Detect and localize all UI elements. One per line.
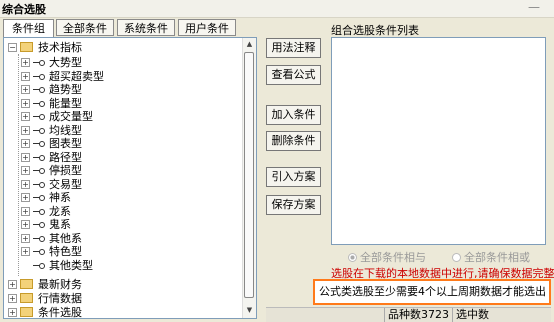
- expand-icon[interactable]: +: [21, 220, 30, 229]
- formula-icon: [33, 235, 45, 242]
- expand-icon[interactable]: +: [8, 308, 17, 317]
- radio-all-and[interactable]: 全部条件相与: [348, 249, 426, 265]
- scroll-up-arrow-icon[interactable]: ▲: [243, 38, 256, 51]
- minimize-button[interactable]: —: [528, 0, 540, 14]
- tree-node-label: 交易型: [49, 177, 82, 191]
- tab-user-conditions[interactable]: 用户条件: [178, 19, 236, 36]
- tab-all-conditions[interactable]: 全部条件: [56, 19, 114, 36]
- tree-node-label: 特色型: [49, 245, 82, 258]
- tab-system-conditions[interactable]: 系统条件: [117, 19, 175, 36]
- tree-node-label: 技术指标: [38, 41, 82, 54]
- stock-count-value: 3723: [421, 308, 449, 321]
- radio-label: 全部条件相或: [464, 251, 530, 264]
- status-bar: 品种数3723 选中数: [266, 307, 551, 322]
- stock-count: 品种数3723: [384, 308, 454, 322]
- scrollbar-thumb[interactable]: [244, 52, 254, 298]
- expand-icon[interactable]: +: [21, 125, 30, 135]
- selected-count-label: 选中数: [452, 308, 506, 322]
- view-formula-button[interactable]: 查看公式: [266, 65, 321, 85]
- expand-icon[interactable]: +: [21, 233, 30, 243]
- formula-icon: [33, 181, 45, 188]
- expand-icon[interactable]: +: [21, 152, 30, 162]
- expand-icon[interactable]: +: [21, 179, 30, 189]
- expand-icon[interactable]: +: [21, 98, 30, 108]
- radio-unselected-icon: [452, 253, 461, 262]
- expand-icon[interactable]: +: [21, 206, 30, 216]
- condition-tree[interactable]: − 技术指标 + 大势型 + 超买超卖型 + 趋势型 + 能量型 + 成交量型 …: [3, 37, 257, 319]
- formula-icon: [33, 154, 45, 161]
- tree-guide-line: [18, 54, 19, 276]
- folder-icon: [20, 293, 33, 303]
- folder-icon: [20, 279, 33, 289]
- tree-scrollbar[interactable]: ▲ ▼: [242, 38, 256, 318]
- tree-node-label: 图表型: [49, 137, 82, 150]
- folder-icon: [20, 307, 33, 317]
- stock-count-label: 品种数: [388, 308, 421, 321]
- tree-node-label: 成交量型: [49, 110, 93, 123]
- tree-node-label: 能量型: [49, 96, 82, 110]
- tree-node-label: 停损型: [49, 164, 82, 177]
- radio-all-or[interactable]: 全部条件相或: [452, 249, 530, 265]
- save-plan-button[interactable]: 保存方案: [266, 195, 321, 215]
- formula-icon: [33, 262, 45, 269]
- formula-icon: [33, 127, 45, 134]
- expand-icon[interactable]: +: [21, 193, 30, 202]
- expand-icon[interactable]: +: [21, 58, 30, 67]
- expand-icon[interactable]: +: [21, 85, 30, 94]
- formula-icon: [33, 60, 45, 66]
- formula-icon: [33, 249, 45, 255]
- expand-icon[interactable]: +: [21, 71, 30, 81]
- expand-icon[interactable]: +: [21, 247, 30, 256]
- formula-icon: [33, 114, 45, 120]
- expand-icon[interactable]: +: [21, 139, 30, 148]
- tree-node-label: 神系: [49, 191, 71, 204]
- formula-icon: [33, 73, 45, 80]
- tree-node-label: 其他系: [49, 231, 82, 245]
- tree-node-label: 最新财务: [38, 278, 82, 291]
- collapse-icon[interactable]: −: [8, 43, 17, 52]
- formula-icon: [33, 222, 45, 228]
- formula-icon: [33, 168, 45, 174]
- condition-list-label: 组合选股条件列表: [331, 24, 419, 37]
- formula-icon: [33, 141, 45, 147]
- tree-node-label: 均线型: [49, 123, 82, 137]
- tree-node-label: 趋势型: [49, 83, 82, 96]
- expand-icon[interactable]: +: [8, 280, 17, 289]
- scroll-down-arrow-icon[interactable]: ▼: [243, 304, 256, 317]
- tree-node-label: 鬼系: [49, 218, 71, 231]
- usage-notes-button[interactable]: 用法注释: [266, 38, 321, 58]
- window-title: 综合选股: [2, 3, 46, 16]
- radio-label: 全部条件相与: [360, 251, 426, 264]
- formula-icon: [33, 208, 45, 215]
- tree-node-label: 大势型: [49, 56, 82, 69]
- formula-period-notice: 公式类选股至少需要4个以上周期数据才能选出: [313, 279, 551, 305]
- expand-icon[interactable]: +: [8, 294, 17, 303]
- formula-icon: [33, 100, 45, 107]
- formula-icon: [33, 87, 45, 93]
- expand-icon[interactable]: +: [21, 112, 30, 121]
- add-condition-button[interactable]: 加入条件: [266, 105, 321, 125]
- title-bar: 综合选股 —: [0, 0, 554, 18]
- tab-condition-group[interactable]: 条件组: [3, 19, 54, 38]
- tree-node-label: 龙系: [49, 204, 71, 218]
- formula-icon: [33, 195, 45, 201]
- expand-icon[interactable]: +: [21, 166, 30, 175]
- tree-node-label: 路径型: [49, 150, 82, 164]
- import-plan-button[interactable]: 引入方案: [266, 167, 321, 187]
- condition-list[interactable]: [331, 37, 546, 245]
- tree-node-label: 行情数据: [38, 292, 82, 305]
- tree-node-label: 超买超卖型: [49, 69, 104, 83]
- tree-node-label: 其他类型: [49, 258, 93, 272]
- tree-node-label: 条件选股: [38, 306, 82, 319]
- radio-selected-icon: [348, 253, 357, 262]
- folder-open-icon: [20, 42, 33, 52]
- delete-condition-button[interactable]: 删除条件: [266, 131, 321, 151]
